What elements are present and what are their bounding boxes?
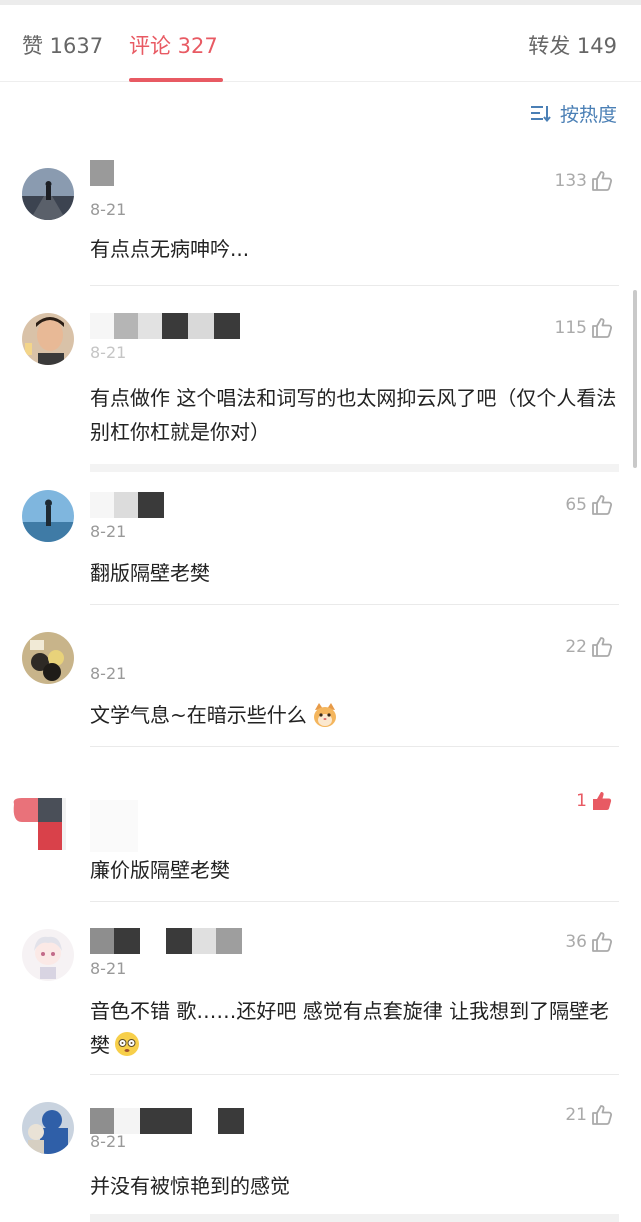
avatar[interactable] <box>22 168 74 220</box>
thumbs-up-icon <box>592 1105 613 1125</box>
like-button[interactable]: 133 <box>555 170 613 192</box>
like-button[interactable]: 21 <box>565 1104 613 1126</box>
like-count: 133 <box>554 171 587 191</box>
divider <box>90 604 619 605</box>
thumbs-up-icon <box>592 637 613 657</box>
comment-text: 文学气息~在暗示些什么 <box>90 703 307 727</box>
thumbs-up-icon <box>592 318 613 338</box>
like-button[interactable]: 36 <box>565 931 613 953</box>
username-masked <box>90 492 164 518</box>
like-count: 65 <box>565 495 587 515</box>
like-count: 22 <box>565 637 587 657</box>
avatar[interactable] <box>22 490 74 542</box>
comment-date: 8-21 <box>90 343 127 362</box>
like-count: 36 <box>565 932 587 952</box>
avatar[interactable] <box>12 798 66 850</box>
divider <box>90 1214 619 1222</box>
username-masked <box>90 313 240 339</box>
avatar[interactable] <box>22 929 74 981</box>
sort-button[interactable]: 按热度 <box>530 100 617 126</box>
comment-text-row: 文学气息~在暗示些什么 <box>90 698 625 732</box>
comment-date: 8-21 <box>90 522 127 541</box>
divider <box>90 285 619 286</box>
comment-text: 有点点无病呻吟... <box>90 237 250 261</box>
like-count: 21 <box>565 1105 587 1125</box>
like-button[interactable]: 22 <box>565 636 613 658</box>
username-masked <box>90 928 242 954</box>
like-count: 1 <box>576 791 587 811</box>
divider <box>90 1074 619 1075</box>
avatar[interactable] <box>22 313 74 365</box>
divider <box>90 901 619 902</box>
tab-comments[interactable]: 评论 327 <box>129 33 218 59</box>
like-button[interactable]: 115 <box>555 317 613 339</box>
comment-text: 有点做作 这个唱法和词写的也太网抑云风了吧（仅个人看法 别杠你杠就是你对） <box>90 386 617 444</box>
cat-face-icon <box>313 703 336 727</box>
avatar[interactable] <box>22 632 74 684</box>
tab-bar: 赞 1637 评论 327 转发 149 <box>0 5 641 82</box>
sort-label: 按热度 <box>559 103 617 126</box>
thumbs-up-filled-icon <box>593 792 612 810</box>
comment-text: 翻版隔壁老樊 <box>90 561 210 585</box>
tab-reposts[interactable]: 转发 149 <box>528 33 617 59</box>
thumbs-up-icon <box>592 171 613 191</box>
avatar[interactable] <box>22 1102 74 1154</box>
divider <box>90 746 619 747</box>
comment-date: 8-21 <box>90 200 127 219</box>
scrollbar[interactable] <box>633 290 637 468</box>
like-button[interactable]: 65 <box>565 494 613 516</box>
sort-icon <box>530 106 551 122</box>
dizzy-face-icon <box>115 1032 139 1056</box>
comment-date: 8-21 <box>90 959 127 978</box>
divider <box>90 464 619 472</box>
active-tab-indicator <box>129 78 223 82</box>
like-count: 115 <box>554 318 587 338</box>
like-button[interactable]: 1 <box>576 790 613 812</box>
comment-date: 8-21 <box>90 664 127 683</box>
username-masked <box>90 800 138 852</box>
comment-text: 廉价版隔壁老樊 <box>90 858 230 882</box>
comment-text: 并没有被惊艳到的感觉 <box>90 1174 290 1198</box>
username-masked <box>90 160 114 186</box>
thumbs-up-icon <box>592 932 613 952</box>
username-masked <box>90 1108 244 1134</box>
comment-text: 音色不错 歌……还好吧 感觉有点套旋律 让我想到了隔壁老樊 <box>90 999 610 1057</box>
comment-text-block: 音色不错 歌……还好吧 感觉有点套旋律 让我想到了隔壁老樊 <box>90 994 625 1062</box>
comment-date: 8-21 <box>90 1132 127 1151</box>
tab-likes[interactable]: 赞 1637 <box>22 33 103 59</box>
thumbs-up-icon <box>592 495 613 515</box>
